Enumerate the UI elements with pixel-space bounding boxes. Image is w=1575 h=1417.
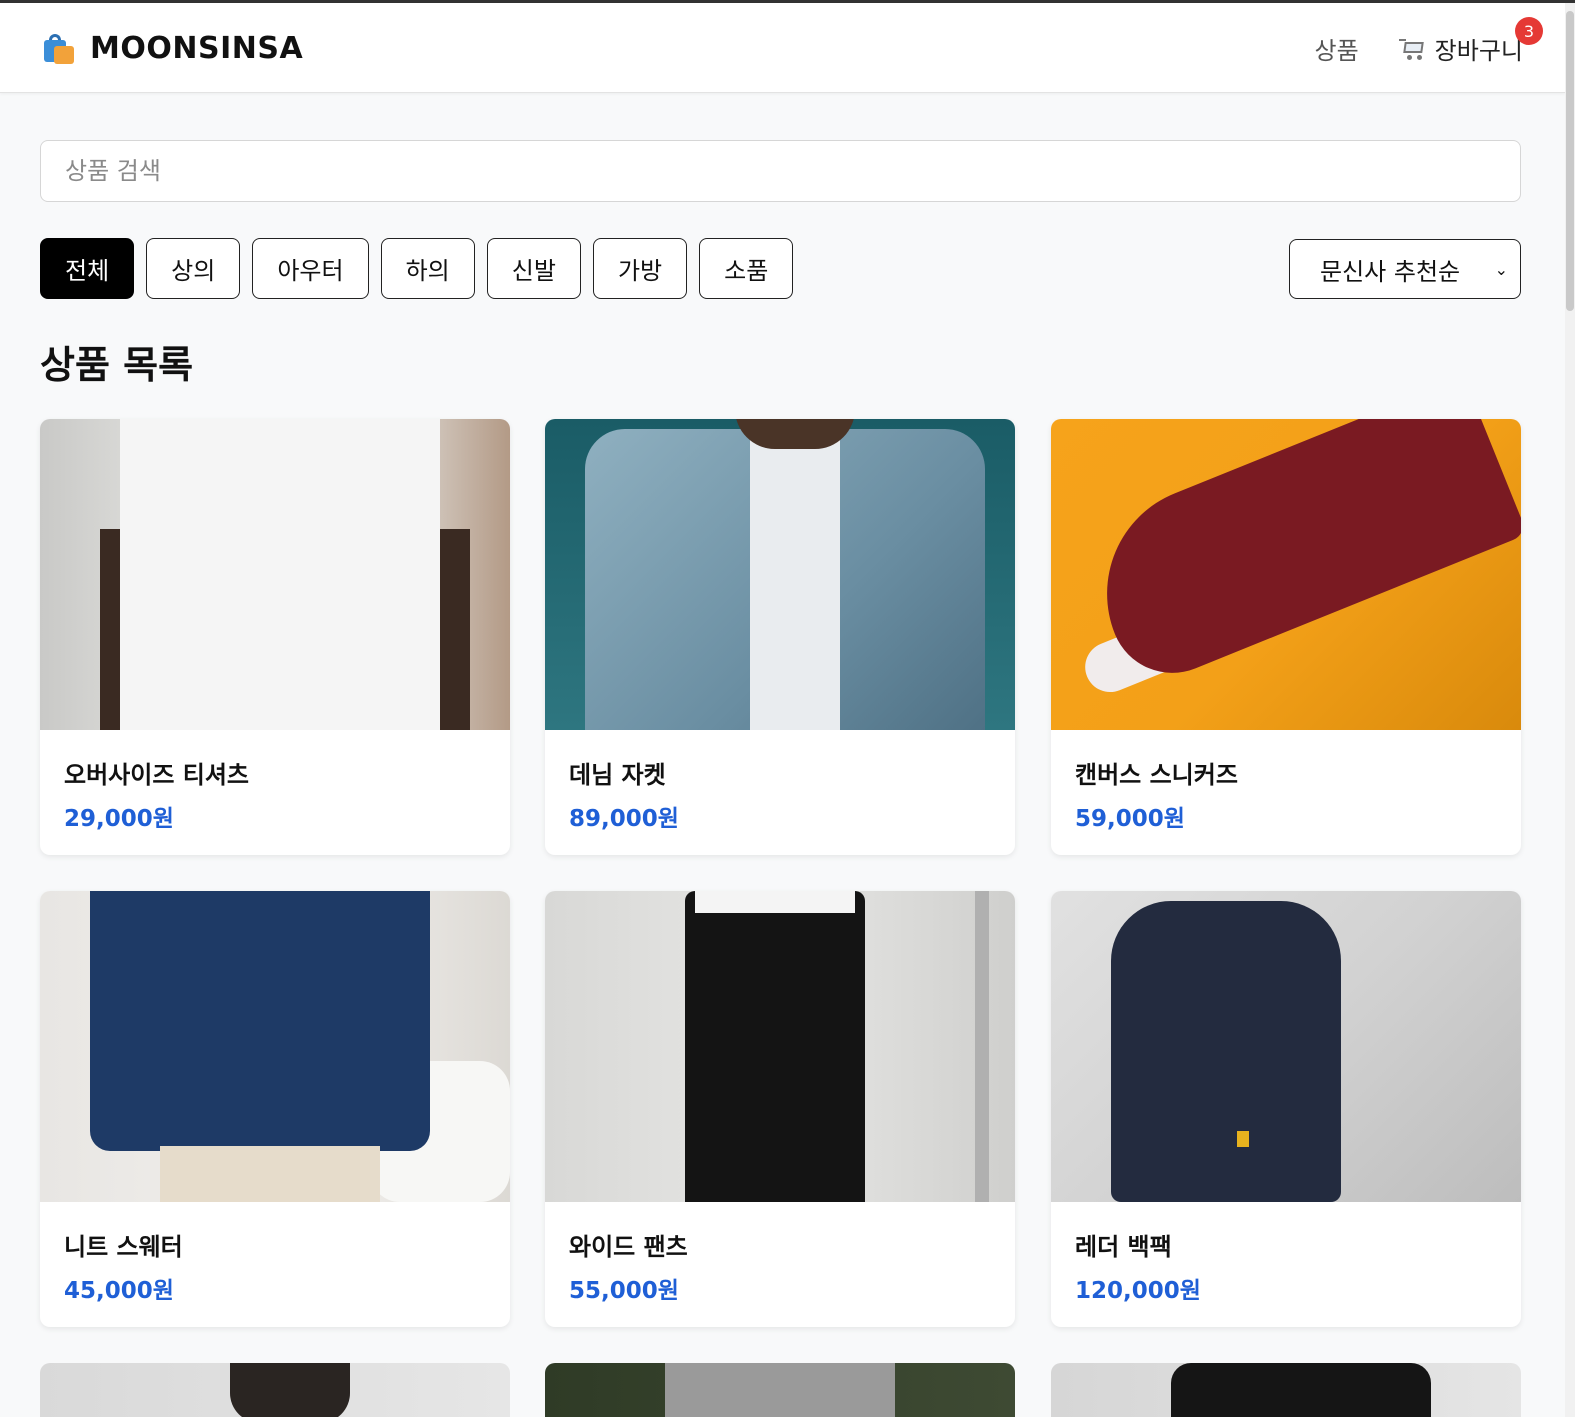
- filter-bottoms[interactable]: 하의: [380, 238, 475, 299]
- product-card[interactable]: 오버사이즈 티셔츠 29,000원: [40, 419, 510, 855]
- sort-selected-value: 문신사 추천순: [1320, 257, 1461, 286]
- product-name: 레더 백팩: [1075, 1233, 1172, 1261]
- filter-outerwear[interactable]: 아우터: [252, 238, 369, 299]
- category-filters: 전체 상의 아우터 하의 신발 가방 소품: [40, 238, 794, 299]
- product-price: 55,000원: [569, 1278, 679, 1304]
- product-price: 59,000원: [1075, 806, 1185, 832]
- product-price: 45,000원: [64, 1278, 174, 1304]
- product-name: 와이드 팬츠: [569, 1233, 688, 1261]
- product-card-partial[interactable]: [545, 1363, 1015, 1417]
- product-card-partial[interactable]: [40, 1363, 510, 1417]
- product-image: [1051, 891, 1521, 1202]
- cart-count-badge: 3: [1515, 17, 1543, 45]
- search-input[interactable]: [40, 140, 1521, 202]
- product-image: [545, 891, 1015, 1202]
- product-card[interactable]: 레더 백팩 120,000원: [1051, 891, 1521, 1327]
- nav-products-link[interactable]: 상품: [1315, 31, 1359, 66]
- filter-shoes[interactable]: 신발: [486, 238, 581, 299]
- section-title: 상품 목록: [40, 343, 194, 387]
- product-card[interactable]: 니트 스웨터 45,000원: [40, 891, 510, 1327]
- scrollbar-thumb[interactable]: [1566, 11, 1574, 311]
- product-price: 89,000원: [569, 806, 679, 832]
- product-price: 120,000원: [1075, 1278, 1201, 1304]
- filter-all[interactable]: 전체: [40, 238, 135, 299]
- logo-text: MOONSINSA: [90, 31, 304, 66]
- product-card[interactable]: 와이드 팬츠 55,000원: [545, 891, 1015, 1327]
- site-header: MOONSINSA 상품 장바구니 3: [0, 3, 1565, 93]
- filter-bags[interactable]: 가방: [592, 238, 688, 299]
- product-image: [40, 419, 510, 730]
- cart-label: 장바구니: [1434, 37, 1523, 65]
- product-image: [40, 891, 510, 1202]
- sort-select[interactable]: 문신사 추천순 ⌄: [1289, 239, 1521, 299]
- cart-link[interactable]: 장바구니 3: [1398, 17, 1543, 66]
- scrollbar[interactable]: [1565, 3, 1575, 1417]
- product-price: 29,000원: [64, 806, 174, 832]
- product-card-partial[interactable]: [1051, 1363, 1521, 1417]
- cart-icon: [1398, 37, 1425, 61]
- chevron-down-icon: ⌄: [1494, 259, 1508, 279]
- filter-tops[interactable]: 상의: [146, 238, 241, 299]
- product-name: 오버사이즈 티셔츠: [64, 761, 249, 789]
- product-image: [545, 419, 1015, 730]
- product-name: 캔버스 스니커즈: [1075, 761, 1238, 789]
- logo[interactable]: MOONSINSA: [42, 31, 303, 66]
- product-card[interactable]: 캔버스 스니커즈 59,000원: [1051, 419, 1521, 855]
- product-card[interactable]: 데님 자켓 89,000원: [545, 419, 1015, 855]
- product-name: 니트 스웨터: [64, 1233, 183, 1261]
- product-name: 데님 자켓: [569, 761, 666, 789]
- filter-accessories[interactable]: 소품: [699, 238, 794, 299]
- shopping-bag-icon: [42, 32, 76, 66]
- main-nav: 상품 장바구니 3: [1315, 17, 1543, 66]
- product-image: [1051, 419, 1521, 730]
